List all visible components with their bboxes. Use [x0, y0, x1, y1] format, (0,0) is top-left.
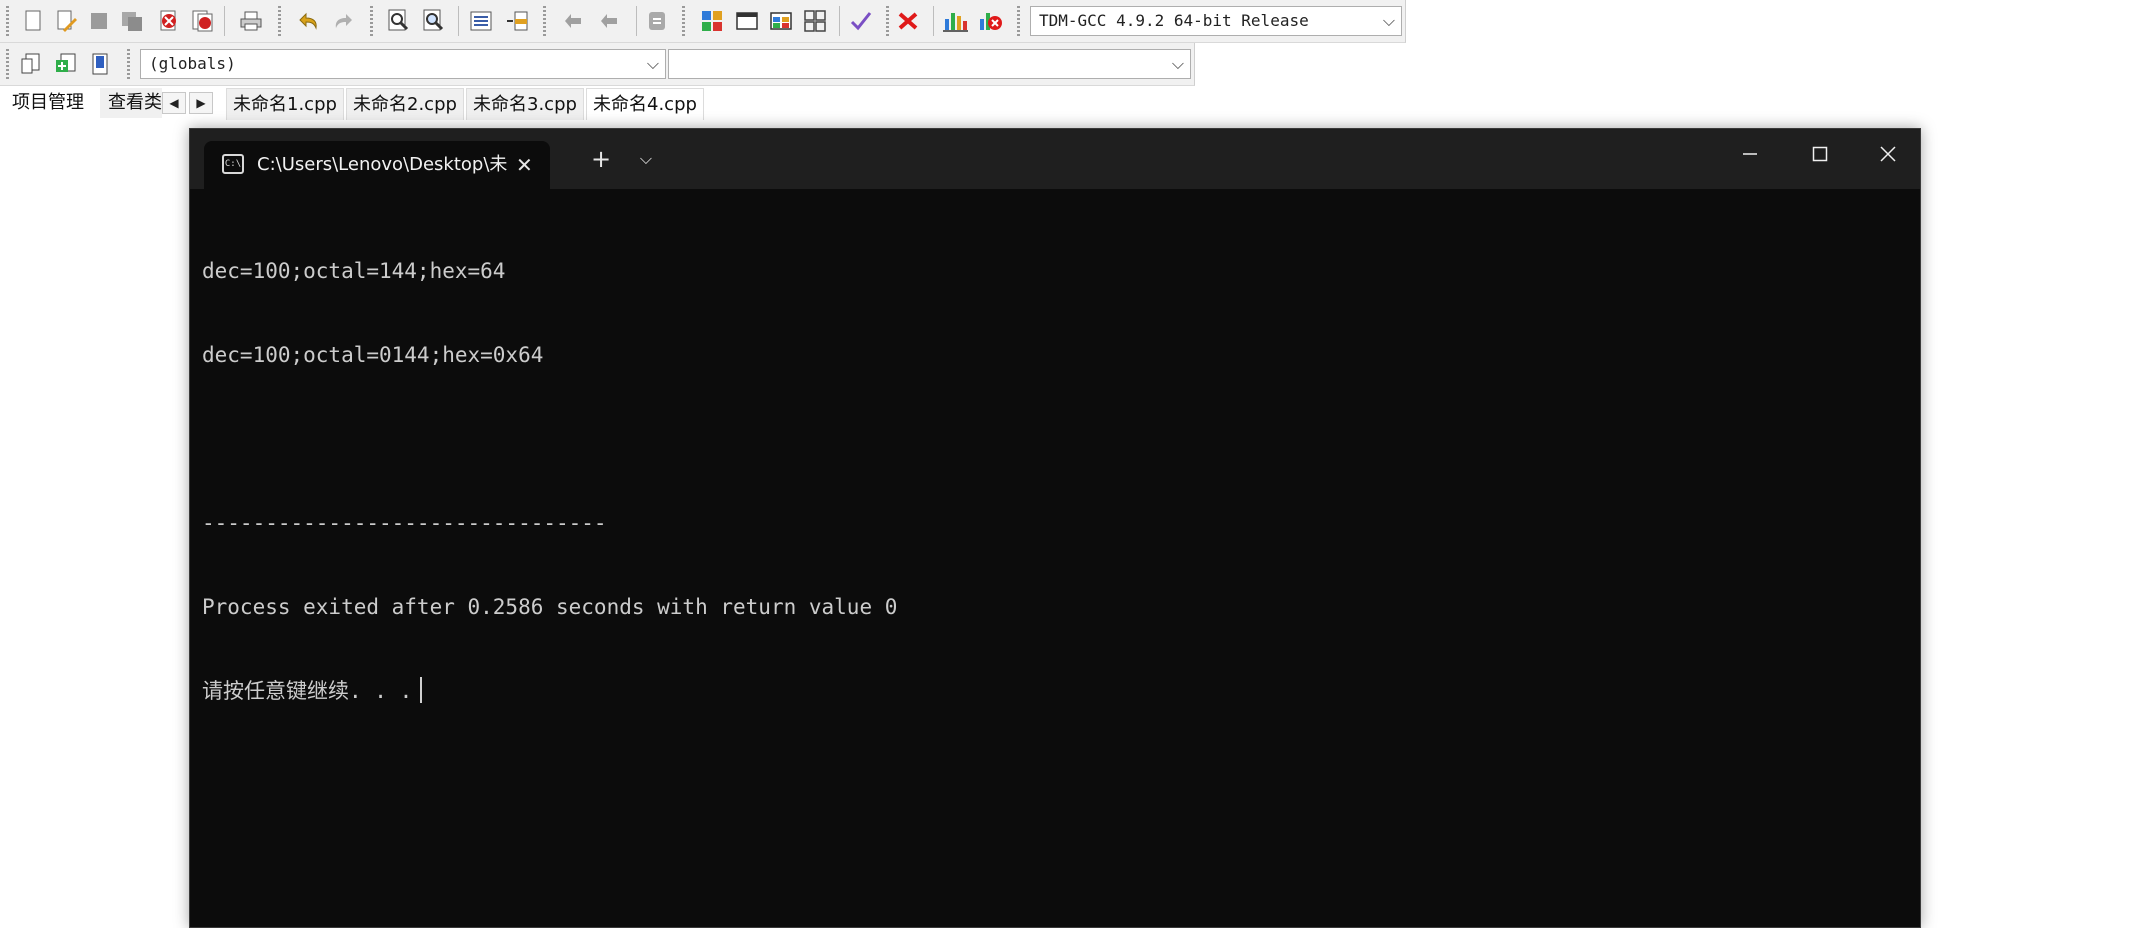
save-all-icon[interactable]: [117, 6, 147, 36]
bookmark-next-icon[interactable]: [594, 6, 624, 36]
toolbar-grip[interactable]: [682, 6, 685, 36]
file-tab-label: 未命名3.cpp: [473, 94, 577, 115]
toolbar-separator: [636, 6, 637, 36]
member-select[interactable]: ⌵: [668, 49, 1191, 79]
toolbar-grip[interactable]: [543, 6, 546, 36]
toolbar-grip[interactable]: [6, 6, 9, 36]
new-tab-icon[interactable]: +: [585, 143, 617, 175]
tab-scroll-right-icon[interactable]: ▶: [189, 92, 213, 114]
new-file-icon[interactable]: [18, 6, 48, 36]
tab-row: 项目管理 查看类 ◀ ▶ 未命名1.cpp 未命名2.cpp 未命名3.cpp …: [0, 86, 2153, 122]
toolbar-grip[interactable]: [127, 49, 130, 79]
toolbar-grip[interactable]: [6, 49, 9, 79]
toolbar-grip[interactable]: [886, 6, 889, 36]
file-tab-label: 未命名2.cpp: [353, 94, 457, 115]
tab-scroll-left-icon[interactable]: ◀: [162, 92, 186, 114]
terminal-tab[interactable]: C:\ C:\Users\Lenovo\Desktop\未命 ✕: [204, 141, 550, 189]
stop-icon[interactable]: [893, 6, 923, 36]
main-toolbar: TDM-GCC 4.9.2 64-bit Release ⌵: [0, 0, 1406, 43]
compiler-select[interactable]: TDM-GCC 4.9.2 64-bit Release ⌵: [1030, 6, 1402, 36]
toolbar-separator: [224, 6, 225, 36]
output-line-prompt: 请按任意键继续. . .: [202, 677, 1910, 705]
output-line: --------------------------------: [202, 511, 607, 535]
maximize-icon[interactable]: [1796, 137, 1844, 177]
toolbar-grip[interactable]: [370, 6, 373, 36]
class-toolbar: (globals) ⌵ ⌵: [0, 43, 1195, 86]
goto-icon[interactable]: [642, 6, 672, 36]
file-tab-active[interactable]: 未命名4.cpp: [586, 88, 704, 120]
rebuild-icon[interactable]: [800, 6, 830, 36]
compiler-select-value: TDM-GCC 4.9.2 64-bit Release: [1039, 11, 1309, 30]
terminal-tab-title: C:\Users\Lenovo\Desktop\未命: [257, 154, 507, 175]
open-file-icon[interactable]: [51, 6, 81, 36]
bookmark-icon[interactable]: [85, 49, 115, 79]
toolbar-separator: [458, 6, 459, 36]
close-window-icon[interactable]: [1864, 137, 1912, 177]
file-tab[interactable]: 未命名2.cpp: [346, 88, 464, 120]
undo-icon[interactable]: [293, 6, 323, 36]
compile-run-icon[interactable]: [766, 6, 796, 36]
file-tab[interactable]: 未命名1.cpp: [226, 88, 344, 120]
console-icon: C:\: [222, 154, 244, 174]
toolbar-grip[interactable]: [278, 6, 281, 36]
debug-icon[interactable]: [975, 6, 1005, 36]
tab-project-manager[interactable]: 项目管理: [4, 88, 92, 118]
find-icon[interactable]: [384, 6, 414, 36]
save-icon[interactable]: [84, 6, 114, 36]
output-line: dec=100;octal=144;hex=64: [202, 259, 506, 283]
minimize-icon[interactable]: [1726, 137, 1774, 177]
unindent-icon[interactable]: [502, 6, 532, 36]
close-icon[interactable]: [154, 6, 184, 36]
toolbar-separator: [839, 6, 840, 36]
syntax-check-icon[interactable]: [846, 6, 876, 36]
output-line: Process exited after 0.2586 seconds with…: [202, 595, 898, 619]
close-all-icon[interactable]: [188, 6, 218, 36]
chevron-down-icon[interactable]: ⌵: [1172, 50, 1184, 78]
replace-icon[interactable]: [419, 6, 449, 36]
terminal-window: C:\ C:\Users\Lenovo\Desktop\未命 ✕ + ⌵ dec…: [189, 128, 1921, 928]
compile-icon[interactable]: [697, 6, 727, 36]
close-tab-icon[interactable]: ✕: [516, 141, 533, 189]
redo-icon[interactable]: [329, 6, 359, 36]
press-any-key-text: 请按任意键继续. . .: [202, 679, 413, 703]
chevron-down-icon[interactable]: ⌵: [1383, 7, 1395, 35]
toolbar-grip[interactable]: [1017, 6, 1020, 36]
indent-icon[interactable]: [466, 6, 496, 36]
file-tab[interactable]: 未命名3.cpp: [466, 88, 584, 120]
tab-classes-label: 查看类: [108, 92, 162, 113]
chevron-down-icon[interactable]: ⌵: [630, 143, 662, 175]
scope-select[interactable]: (globals) ⌵: [140, 49, 666, 79]
file-tab-label: 未命名1.cpp: [233, 94, 337, 115]
scope-select-value: (globals): [149, 54, 236, 73]
file-tab-label: 未命名4.cpp: [593, 94, 697, 115]
chevron-down-icon[interactable]: ⌵: [647, 50, 659, 78]
print-icon[interactable]: [236, 6, 266, 36]
bookmark-prev-icon[interactable]: [558, 6, 588, 36]
terminal-titlebar[interactable]: C:\ C:\Users\Lenovo\Desktop\未命 ✕ + ⌵: [190, 129, 1920, 189]
tab-classes[interactable]: 查看类: [100, 88, 162, 118]
toolbar-separator: [933, 6, 934, 36]
run-icon[interactable]: [732, 6, 762, 36]
class-icon[interactable]: [16, 49, 46, 79]
text-cursor: [420, 677, 423, 703]
add-icon[interactable]: [51, 49, 81, 79]
tab-project-manager-label: 项目管理: [12, 92, 84, 113]
terminal-output[interactable]: dec=100;octal=144;hex=64 dec=100;octal=0…: [202, 201, 1910, 927]
output-line: dec=100;octal=0144;hex=0x64: [202, 343, 544, 367]
chart-icon[interactable]: [940, 6, 970, 36]
